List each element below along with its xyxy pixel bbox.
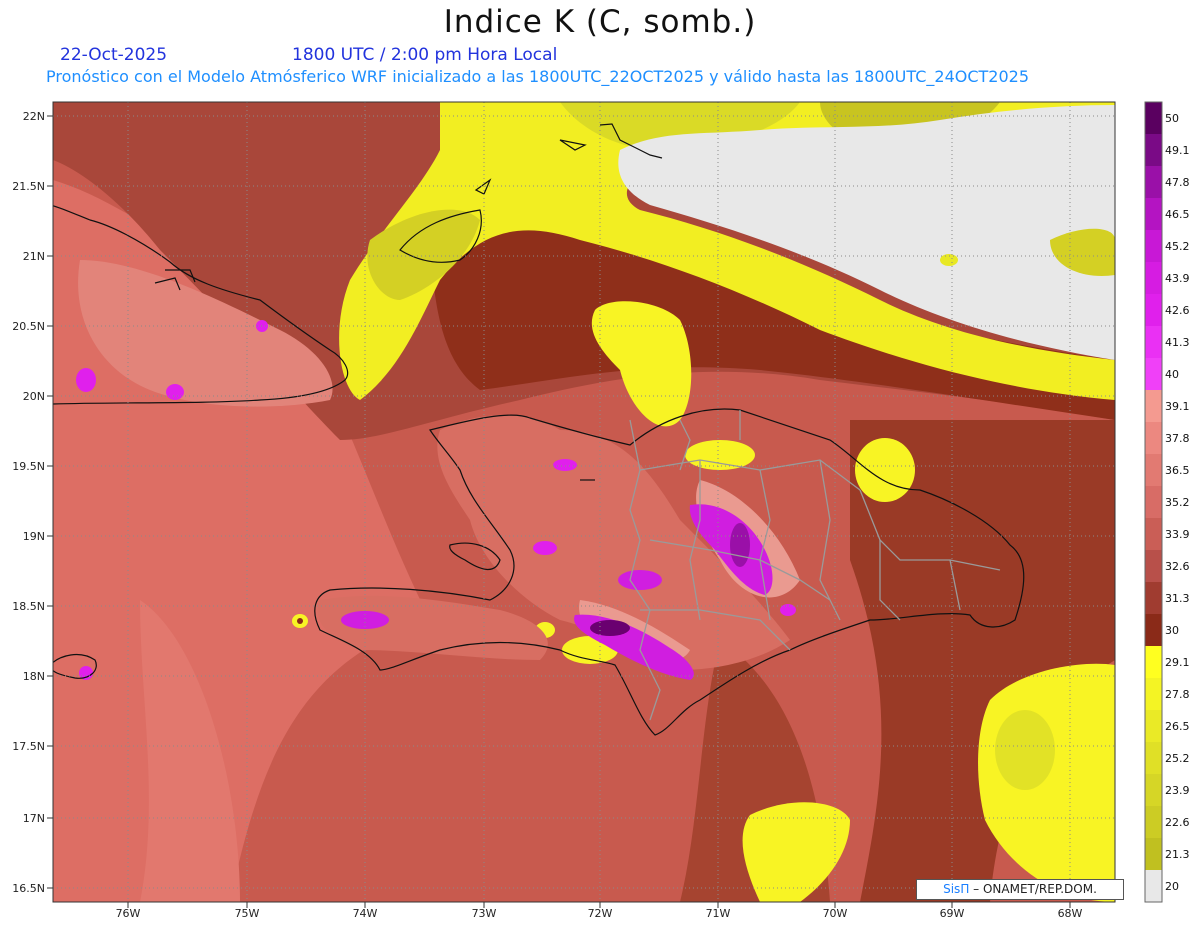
high-k-core (618, 570, 662, 590)
lat-tick-label: 17.5N (12, 740, 45, 753)
colorbar-label: 35.2 (1165, 496, 1190, 509)
colorbar-label: 37.8 (1165, 432, 1190, 445)
lon-tick-label: 72W (588, 907, 613, 920)
colorbar-swatch (1145, 166, 1162, 199)
high-k-core (590, 620, 630, 636)
lat-tick-label: 16.5N (12, 882, 45, 895)
colorbar-label: 43.9 (1165, 272, 1190, 285)
colorbar-swatch (1145, 198, 1162, 231)
colorbar-label: 40 (1165, 368, 1179, 381)
longitude-axis: 76W 75W 74W 73W 72W 71W 70W 69W 68W (116, 902, 1083, 920)
colorbar-swatch (1145, 774, 1162, 807)
lon-tick-label: 71W (706, 907, 731, 920)
colorbar-swatch (1145, 838, 1162, 871)
lat-tick-label: 19.5N (12, 460, 45, 473)
colorbar-label: 47.8 (1165, 176, 1190, 189)
colorbar-label: 36.5 (1165, 464, 1190, 477)
colorbar-swatch (1145, 678, 1162, 711)
lat-tick-label: 19N (23, 530, 45, 543)
lat-tick-label: 18N (23, 670, 45, 683)
colorbar-label: 45.2 (1165, 240, 1190, 253)
credit-box: SisΠ – ONAMET/REP.DOM. (916, 879, 1124, 900)
colorbar-swatch (1145, 422, 1162, 455)
lon-tick-label: 70W (823, 907, 848, 920)
colorbar-label: 25.2 (1165, 752, 1190, 765)
colorbar-label: 30 (1165, 624, 1179, 637)
colorbar-label: 29.1 (1165, 656, 1190, 669)
colorbar-swatch (1145, 230, 1162, 263)
colorbar-swatch (1145, 454, 1162, 487)
lon-tick-label: 73W (472, 907, 497, 920)
colorbar-swatch (1145, 294, 1162, 327)
colorbar-label: 31.3 (1165, 592, 1190, 605)
high-k-core (730, 523, 750, 567)
colorbar-swatch (1145, 262, 1162, 295)
colorbar-swatch (1145, 646, 1162, 679)
colorbar-swatch (1145, 742, 1162, 775)
lat-tick-label: 20.5N (12, 320, 45, 333)
lat-tick-label: 21N (23, 250, 45, 263)
colorbar-swatch (1145, 486, 1162, 519)
lat-tick-label: 20N (23, 390, 45, 403)
lat-tick-label: 21.5N (12, 180, 45, 193)
low-k-region (685, 440, 755, 470)
colorbar-label: 49.1 (1165, 144, 1190, 157)
colorbar-swatch (1145, 550, 1162, 583)
high-k-core (166, 384, 184, 400)
colorbar-label: 41.3 (1165, 336, 1190, 349)
colorbar-swatch (1145, 582, 1162, 615)
high-k-core (76, 368, 96, 392)
low-k-region (855, 438, 915, 502)
lon-tick-label: 76W (116, 907, 141, 920)
lat-tick-label: 22N (23, 110, 45, 123)
colorbar-label: 39.1 (1165, 400, 1190, 413)
colorbar-label: 26.5 (1165, 720, 1190, 733)
colorbar-label: 32.6 (1165, 560, 1190, 573)
colorbar-label: 27.8 (1165, 688, 1190, 701)
colorbar-label: 22.6 (1165, 816, 1190, 829)
latitude-axis: 22N 21.5N 21N 20.5N 20N 19.5N 19N 18.5N 18N 17.5N… (12, 110, 53, 895)
lon-tick-label: 68W (1058, 907, 1083, 920)
colorbar-label: 23.9 (1165, 784, 1190, 797)
colorbar-label: 33.9 (1165, 528, 1190, 541)
colorbar-swatch (1145, 614, 1162, 647)
credit-text: – ONAMET/REP.DOM. (973, 882, 1097, 896)
colorbar-swatch (1145, 518, 1162, 551)
low-k-region (995, 710, 1055, 790)
colorbar-swatch (1145, 358, 1162, 391)
lat-tick-label: 18.5N (12, 600, 45, 613)
colorbar-swatch (1145, 326, 1162, 359)
credit-brand: SisΠ (943, 882, 970, 896)
colorbar-swatch (1145, 870, 1162, 903)
lon-tick-label: 75W (235, 907, 260, 920)
colorbar-label: 21.3 (1165, 848, 1190, 861)
colorbar: 50 49.1 47.8 46.5 45.2 43.9 42.6 41.3 40 39.1 37.8… (1144, 101, 1190, 903)
high-k-core (533, 541, 557, 555)
colorbar-swatch (1145, 710, 1162, 743)
colorbar-label: 20 (1165, 880, 1179, 893)
lat-tick-label: 17N (23, 812, 45, 825)
colorbar-swatch (1145, 102, 1162, 135)
colorbar-swatch (1145, 390, 1162, 423)
colorbar-swatch (1145, 134, 1162, 167)
high-k-core (553, 459, 577, 471)
lon-tick-label: 69W (940, 907, 965, 920)
high-k-core (297, 618, 303, 624)
k-index-map: 22N 21.5N 21N 20.5N 20N 19.5N 19N 18.5N 18N 17.5N… (12, 101, 1190, 920)
colorbar-swatch (1145, 806, 1162, 839)
colorbar-label: 42.6 (1165, 304, 1190, 317)
colorbar-label: 46.5 (1165, 208, 1190, 221)
colorbar-label: 50 (1165, 112, 1179, 125)
lon-tick-label: 74W (353, 907, 378, 920)
